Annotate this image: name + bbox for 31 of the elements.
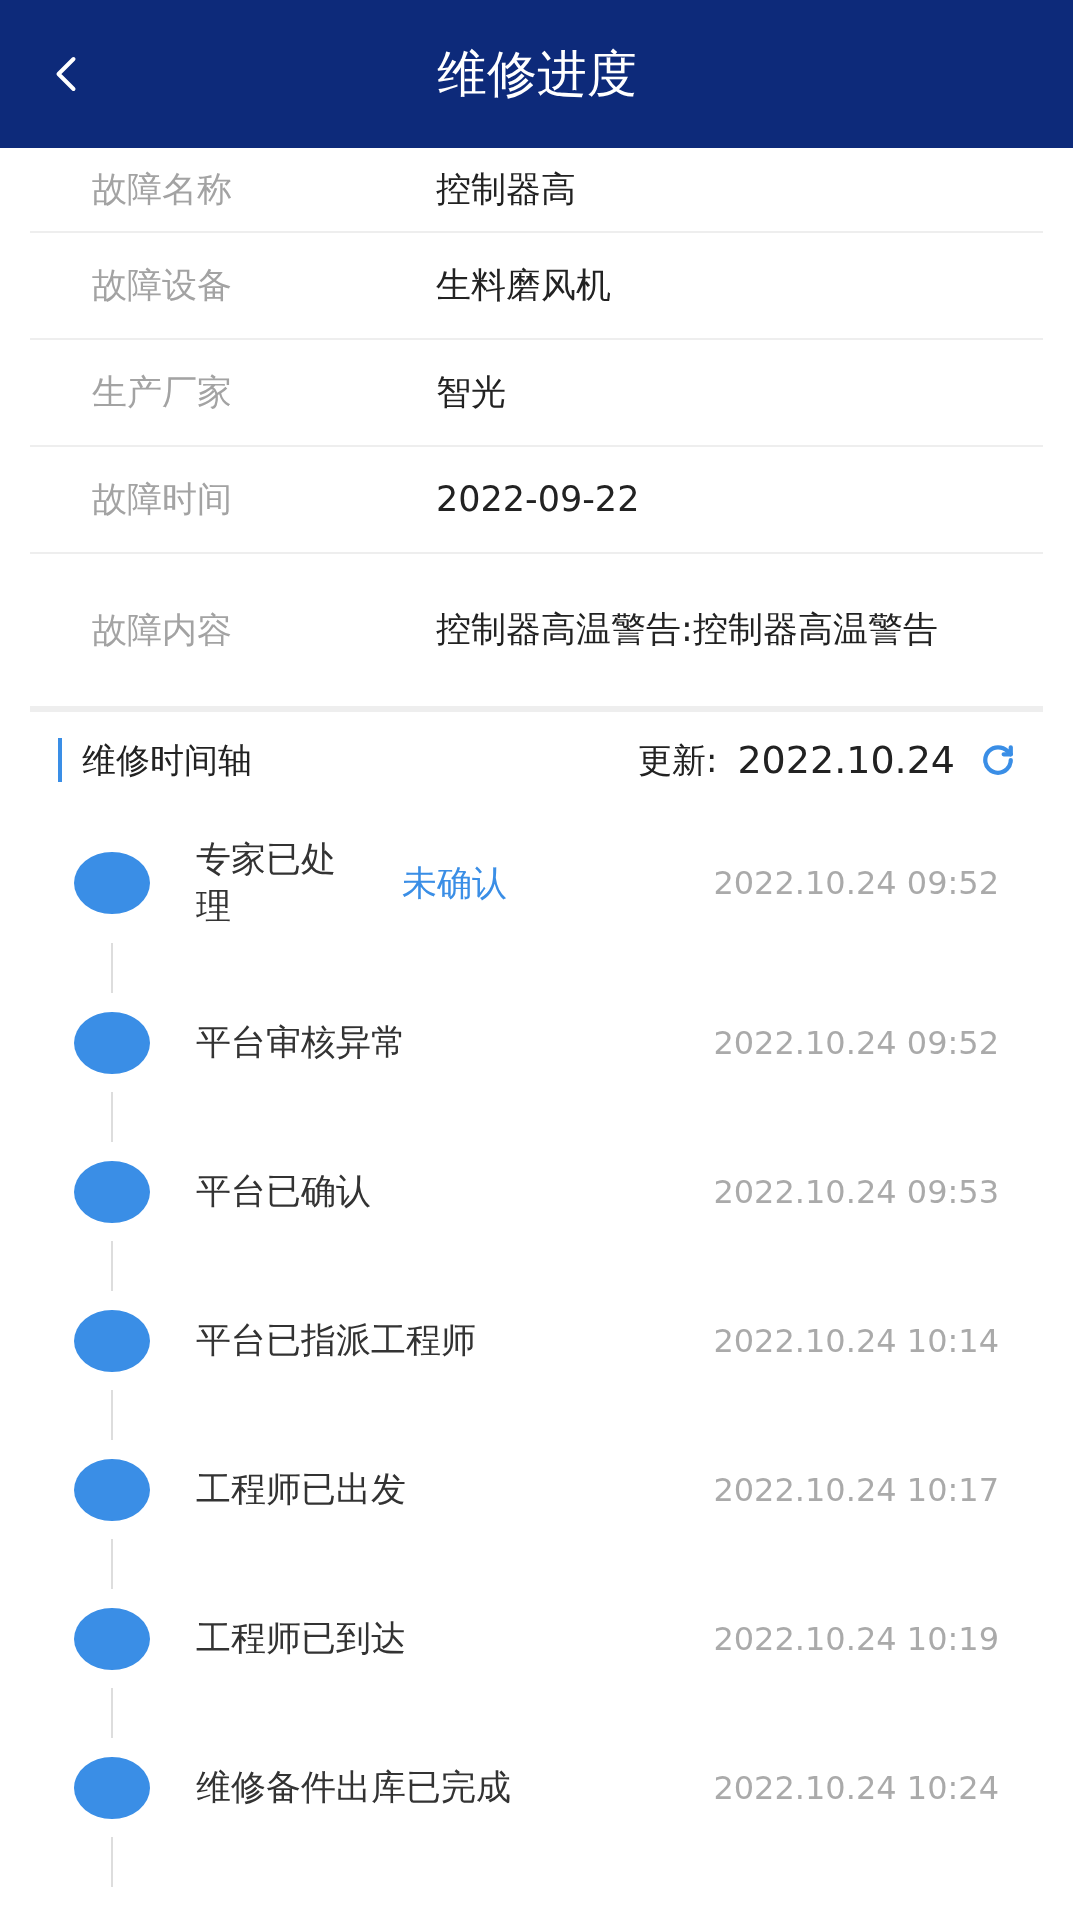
step-title: 工程师已出发 — [196, 1467, 407, 1511]
step-title: 工程师已到达 — [196, 1616, 407, 1660]
step-time: 2022.10.24 10:24 — [713, 1767, 999, 1809]
step-time: 2022.10.24 10:17 — [713, 1469, 999, 1511]
section-title: 维修时间轴 — [58, 737, 252, 783]
field-label: 生产厂家 — [91, 371, 233, 415]
step-time: 2022.10.24 10:14 — [713, 1320, 999, 1362]
field-value: 控制器高温警告:控制器高温警告 — [436, 608, 939, 652]
step-time: 2022.10.24 09:53 — [713, 1171, 999, 1213]
field-label: 故障时间 — [91, 478, 233, 522]
step-title: 专家已处理 — [196, 838, 337, 929]
update-date: 2022.10.24 — [737, 736, 955, 784]
step-time: 2022.10.24 10:19 — [713, 1618, 999, 1660]
field-label: 故障内容 — [91, 608, 233, 652]
status-tag: 未确认 — [402, 857, 666, 910]
update-label: 更新: — [637, 738, 718, 782]
step-title: 平台已确认 — [196, 1169, 372, 1213]
refresh-icon — [981, 743, 1015, 777]
field-label: 故障名称 — [91, 168, 233, 212]
refresh-button[interactable] — [981, 743, 1015, 777]
page-title: 维修进度 — [436, 43, 637, 105]
field-value: 控制器高 — [436, 167, 577, 211]
field-label: 故障设备 — [91, 264, 233, 308]
step-time: 2022.10.24 09:52 — [713, 863, 999, 905]
field-value: 2022-09-22 — [436, 477, 641, 521]
step-title: 维修备件出库已完成 — [196, 1765, 512, 1809]
step-title: 平台已指派工程师 — [196, 1318, 477, 1362]
step-time: 2022.10.24 09:52 — [713, 1022, 999, 1064]
field-value: 生料磨风机 — [436, 263, 612, 307]
step-title: 平台审核异常 — [196, 1020, 407, 1064]
field-value: 智光 — [436, 370, 507, 414]
